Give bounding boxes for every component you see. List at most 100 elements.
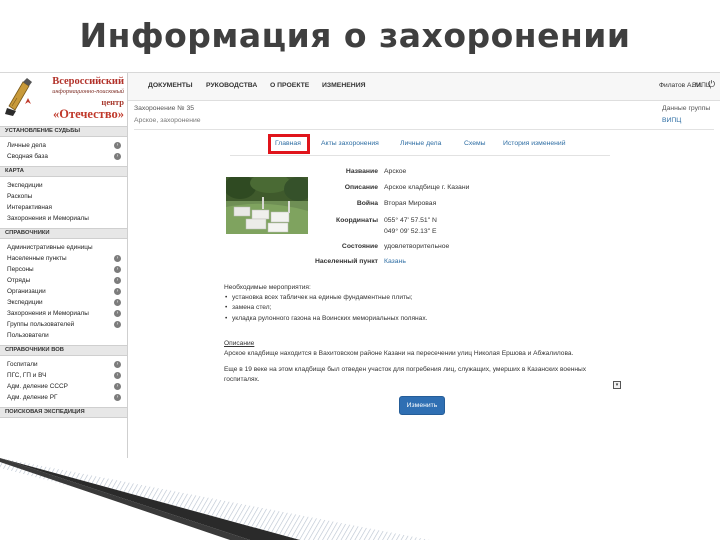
tabs-divider [230,155,610,156]
chevron-right-icon[interactable]: › [114,299,121,306]
info-label-name: Название [345,168,378,175]
sidebar-item[interactable]: Персоны › [0,264,127,275]
edit-button[interactable]: Изменить [399,396,445,415]
logo-line-1: Всероссийский [52,76,124,87]
info-value-condition: удовлетворительное [384,243,450,250]
description-title: Описание [224,340,255,347]
logo-line-3: центр [101,97,124,107]
chevron-right-icon[interactable]: › [114,310,121,317]
sidebar-item[interactable]: Населенные пункты › [0,253,127,264]
info-label-settlement: Населенный пункт [314,258,378,265]
app-screenshot: Всероссийский информационно-поисковый це… [0,72,720,460]
sidebar-item-label: ПГС, ГП и ВЧ [7,372,47,379]
sidebar-item-label: Экспедиции [7,299,43,306]
group-label: Данные группы [662,105,711,112]
sidebar-section-title: СПРАВОЧНИКИ ВОВ [0,345,127,356]
sidebar-item[interactable]: Захоронения и Мемориалы [0,213,127,224]
sidebar-item[interactable]: Захоронения и Мемориалы › [0,308,127,319]
chevron-right-icon[interactable]: › [114,383,121,390]
sidebar-section-title: СПРАВОЧНИКИ [0,228,127,239]
chevron-right-icon[interactable]: › [114,255,121,262]
chevron-right-icon[interactable]: › [114,153,121,160]
needs-title: Необходимые мероприятия: [224,284,311,291]
info-label-coordinates: Координаты [336,217,378,224]
sidebar-item-label: Личные дела [7,142,46,149]
sidebar-item-label: Пользователи [7,332,49,339]
settlement-link[interactable]: Казань [384,258,406,265]
sidebar: Всероссийский информационно-поисковый це… [0,73,128,460]
sidebar-item-label: Группы пользователей [7,321,75,328]
sidebar-item[interactable]: Интерактивная [0,202,127,213]
sidebar-item-label: Интерактивная [7,204,52,211]
info-value-war: Вторая Мировая [384,200,437,207]
expand-icon[interactable]: ▾ [613,381,621,389]
nav-guides[interactable]: РУКОВОДСТВА [206,82,257,89]
chevron-right-icon[interactable]: › [114,288,121,295]
chevron-right-icon[interactable]: › [114,277,121,284]
sidebar-item[interactable]: Отряды › [0,275,127,286]
sidebar-item-label: Отряды [7,277,31,284]
sidebar-item[interactable]: Адм. деление СССР › [0,381,127,392]
header-divider [134,129,714,130]
sidebar-item-label: Сводная база [7,153,48,160]
sidebar-item-label: Населенные пункты [7,255,67,262]
chevron-right-icon[interactable]: › [114,372,121,379]
sidebar-item-label: Экспедиции [7,182,43,189]
group-link[interactable]: ВИПЦ [662,117,681,124]
chevron-right-icon[interactable]: › [114,142,121,149]
sidebar-item-label: Административные единицы [7,244,93,251]
sidebar-section-title: УСТАНОВЛЕНИЕ СУДЬБЫ [0,126,127,137]
sidebar-section-title: ПОИСКОВАЯ ЭКСПЕДИЦИЯ [0,407,127,418]
sidebar-item[interactable]: ПГС, ГП и ВЧ › [0,370,127,381]
logo-line-4: «Отечество» [53,107,124,121]
info-value-description: Арское кладбище г. Казани [384,184,470,191]
info-value-latitude: 055° 47' 57.51" N [384,217,437,224]
sidebar-item[interactable]: Раскопы [0,191,127,202]
sidebar-item[interactable]: Адм. деление РГ › [0,392,127,403]
sidebar-item-label: Персоны [7,266,34,273]
sidebar-item-label: Организации [7,288,46,295]
sidebar-item[interactable]: Сводная база › [0,151,127,162]
tab-highlight-box [268,134,310,154]
sidebar-item-label: Госпитали [7,361,38,368]
info-label-description: Описание [344,184,378,191]
info-label-war: Война [356,200,378,207]
logo[interactable]: Всероссийский информационно-поисковый це… [0,73,128,123]
sidebar-item[interactable]: Экспедиции › [0,297,127,308]
sidebar-item-label: Адм. деление СССР [7,383,68,390]
slide-decoration [0,458,720,540]
tab-burial-acts[interactable]: Акты захоронения [321,140,379,147]
burial-photo[interactable] [226,177,308,234]
tab-personal-files[interactable]: Личные дела [400,140,441,147]
chevron-right-icon[interactable]: › [114,266,121,273]
record-subtitle: Арское, захоронение [134,117,201,124]
slide-title: Информация о захоронении [79,16,631,55]
sidebar-item-label: Захоронения и Мемориалы [7,215,89,222]
sidebar-item[interactable]: Госпитали › [0,359,127,370]
need-item: установка всех табличек на единые фундам… [225,294,413,301]
chevron-right-icon[interactable]: › [114,321,121,328]
info-value-longitude: 049° 09' 52.13" E [384,228,437,235]
nav-documents[interactable]: ДОКУМЕНТЫ [148,82,193,89]
sidebar-item[interactable]: Пользователи [0,330,127,341]
power-icon[interactable]: ⏻ [708,79,715,90]
nav-about[interactable]: О ПРОЕКТЕ [270,82,309,89]
info-value-name: Арское [384,168,407,175]
sidebar-item[interactable]: Экспедиции [0,180,127,191]
sidebar-item[interactable]: Группы пользователей › [0,319,127,330]
need-item: замена стел; [225,304,271,311]
sidebar-item-label: Адм. деление РГ [7,394,58,401]
nav-changes[interactable]: ИЗМЕНЕНИЯ [322,82,365,89]
sidebar-item[interactable]: Личные дела › [0,140,127,151]
sidebar-item[interactable]: Административные единицы [0,242,127,253]
sidebar-item-label: Раскопы [7,193,33,200]
sidebar-item[interactable]: Организации › [0,286,127,297]
tab-history[interactable]: История изменений [503,140,566,147]
sidebar-item-label: Захоронения и Мемориалы [7,310,89,317]
chevron-right-icon[interactable]: › [114,361,121,368]
chevron-right-icon[interactable]: › [114,394,121,401]
description-text-2: Еще в 19 веке на этом кладбище был отвед… [224,366,587,383]
logo-emblem-icon [3,76,37,120]
tab-schemes[interactable]: Схемы [464,140,486,147]
description-text-1: Арское кладбище находится в Вахитовском … [224,350,574,357]
